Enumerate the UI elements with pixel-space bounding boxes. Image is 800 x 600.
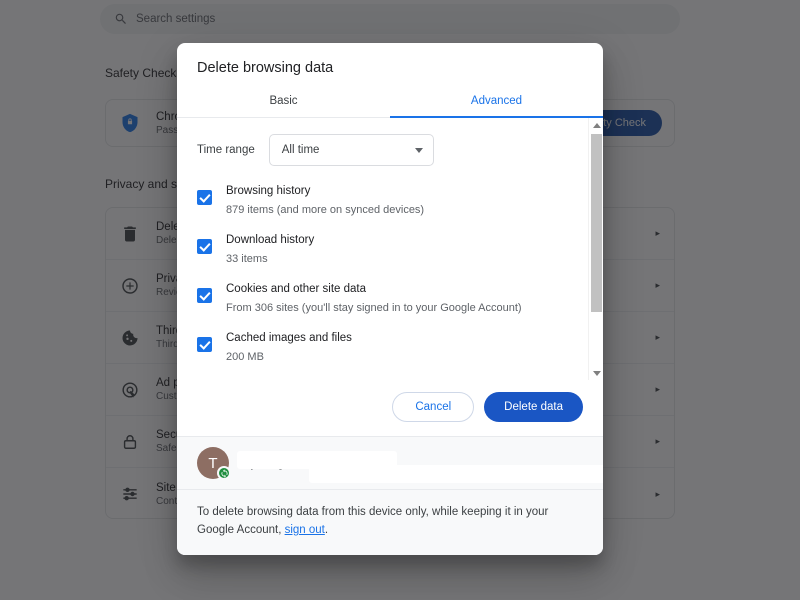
item-subtitle: 200 MB bbox=[226, 351, 264, 363]
time-range-label: Time range bbox=[197, 144, 255, 156]
checkbox-item-cookies-and-other-site-data[interactable]: Cookies and other site data From 306 sit… bbox=[177, 274, 603, 323]
footer-note: To delete browsing data from this device… bbox=[177, 489, 603, 555]
checkbox-item-cached-images-and-files[interactable]: Cached images and files 200 MB bbox=[177, 323, 603, 372]
item-title: Download history bbox=[226, 234, 315, 246]
cancel-button[interactable]: Cancel bbox=[392, 392, 475, 422]
sync-text-group: Syncing to bbox=[237, 450, 603, 483]
tab-advanced[interactable]: Advanced bbox=[390, 86, 603, 118]
avatar-initial: T bbox=[208, 454, 218, 472]
checkbox-cached-images[interactable] bbox=[197, 337, 212, 352]
footer-text-before: To delete browsing data from this device… bbox=[197, 506, 549, 536]
time-range-value: All time bbox=[281, 144, 320, 156]
sync-icon bbox=[217, 466, 231, 480]
chevron-down-icon bbox=[414, 147, 423, 153]
scrollbar-thumb[interactable] bbox=[591, 134, 602, 312]
item-subtitle: From 306 sites (you'll stay signed in to… bbox=[226, 302, 522, 314]
dialog-tabs: Basic Advanced bbox=[177, 86, 603, 118]
checkbox-browsing-history[interactable] bbox=[197, 190, 212, 205]
item-subtitle: 33 items bbox=[226, 253, 268, 265]
dialog-scrollbar[interactable] bbox=[588, 118, 603, 380]
checkbox-item-download-history[interactable]: Download history 33 items bbox=[177, 225, 603, 274]
time-range-select[interactable]: All time bbox=[268, 134, 434, 166]
dialog-title: Delete browsing data bbox=[197, 60, 334, 76]
item-title: Passwords and other sign-in data bbox=[226, 379, 538, 380]
checkbox-cookies[interactable] bbox=[197, 288, 212, 303]
triangle-up-icon bbox=[592, 122, 601, 128]
dialog-action-row: Cancel Delete data bbox=[177, 380, 603, 436]
redaction-overlay-email bbox=[309, 464, 603, 483]
delete-data-button[interactable]: Delete data bbox=[484, 392, 583, 422]
dialog-scroll-area: Time range All time Browsing history 879… bbox=[177, 118, 603, 380]
footer-text-after: . bbox=[324, 524, 329, 536]
checkbox-item-browsing-history[interactable]: Browsing history 879 items (and more on … bbox=[177, 176, 603, 225]
sync-account-strip[interactable]: T Syncing to bbox=[177, 436, 603, 489]
avatar[interactable]: T bbox=[197, 447, 231, 480]
triangle-down-icon bbox=[592, 370, 601, 376]
scroll-down-button[interactable] bbox=[589, 366, 603, 380]
checkbox-download-history[interactable] bbox=[197, 239, 212, 254]
scroll-up-button[interactable] bbox=[589, 118, 603, 132]
checkbox-item-passwords-and-other-sign-in-data[interactable]: Passwords and other sign-in data 29 pass… bbox=[177, 372, 603, 380]
sign-out-link[interactable]: sign out bbox=[285, 524, 325, 536]
item-subtitle: 879 items (and more on synced devices) bbox=[226, 204, 425, 216]
tab-basic[interactable]: Basic bbox=[177, 86, 390, 117]
item-title: Browsing history bbox=[226, 185, 311, 197]
delete-browsing-data-dialog: Delete browsing data Basic Advanced Time… bbox=[177, 43, 603, 555]
item-title: Cached images and files bbox=[226, 332, 352, 344]
time-range-row: Time range All time bbox=[177, 118, 603, 176]
item-title: Cookies and other site data bbox=[226, 283, 367, 295]
